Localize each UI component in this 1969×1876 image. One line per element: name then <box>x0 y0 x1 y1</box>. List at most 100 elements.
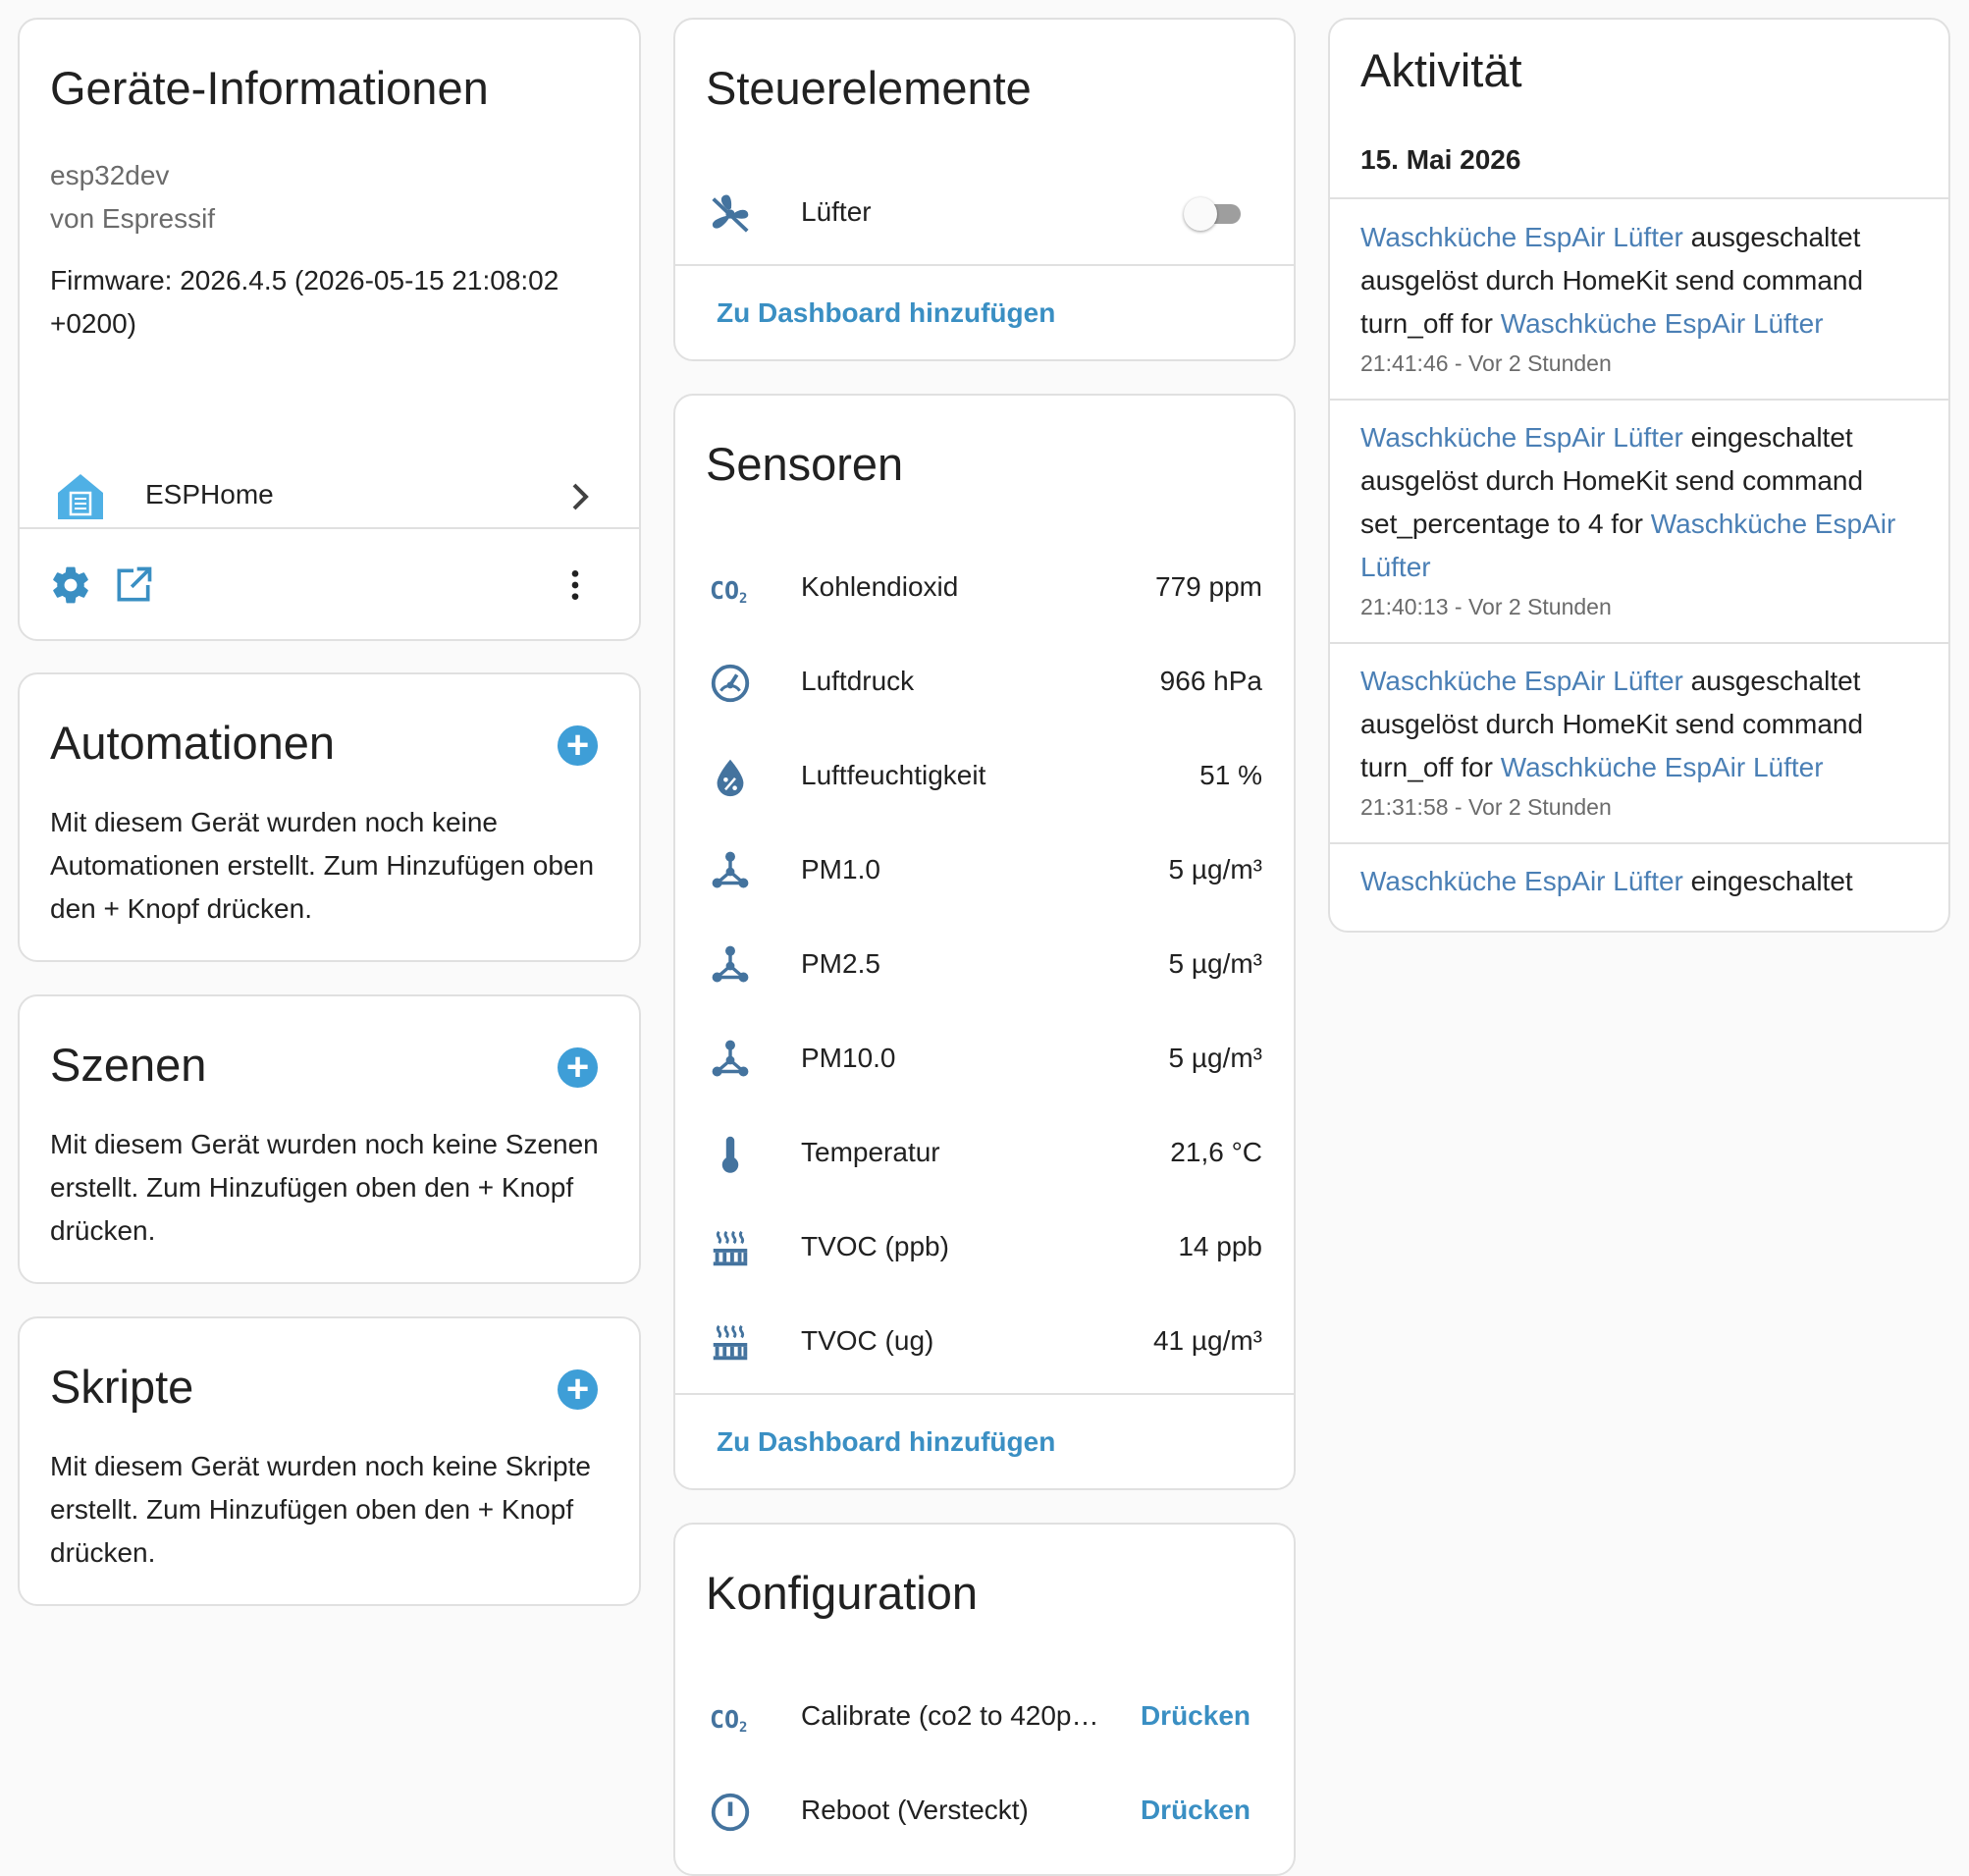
activity-title: Aktivität <box>1360 44 1522 96</box>
scenes-card: Szenen + Mit diesem Gerät wurden noch ke… <box>18 994 641 1284</box>
add-script-button[interactable]: + <box>558 1369 598 1410</box>
gear-icon[interactable] <box>49 563 92 607</box>
sensor-row[interactable]: PM2.5 5 µg/m³ <box>675 919 1294 1013</box>
sensor-row[interactable]: Luftdruck 966 hPa <box>675 636 1294 730</box>
activity-action: eingeschaltet <box>1690 866 1853 896</box>
add-scene-button[interactable]: + <box>558 1047 598 1088</box>
svg-text:CO: CO <box>710 1705 739 1734</box>
sensor-row[interactable]: PM10.0 5 µg/m³ <box>675 1013 1294 1107</box>
activity-target-link[interactable]: Waschküche EspAir Lüfter <box>1501 752 1824 782</box>
divider <box>1330 642 1948 644</box>
scripts-empty-text: Mit diesem Gerät wurden noch keine Skrip… <box>50 1451 591 1568</box>
configuration-title: Konfiguration <box>706 1567 978 1619</box>
co2-icon: CO 2 <box>708 1695 753 1741</box>
activity-target-link[interactable]: Waschküche EspAir Lüfter <box>1501 308 1824 339</box>
controls-card: Steuerelemente Lüfter Zu Dashboard hinzu… <box>673 18 1296 361</box>
thermometer-icon <box>708 1132 753 1177</box>
gauge-icon <box>708 661 753 706</box>
sensor-value: 14 ppb <box>1178 1231 1262 1261</box>
fan-toggle[interactable] <box>1184 194 1245 234</box>
scenes-empty-text: Mit diesem Gerät wurden noch keine Szene… <box>50 1129 599 1246</box>
open-in-new-icon[interactable] <box>112 563 155 607</box>
press-button[interactable]: Drücken <box>1141 1795 1251 1826</box>
sensor-value: 41 µg/m³ <box>1152 1325 1262 1356</box>
device-manufacturer: von Espressif <box>50 203 216 234</box>
sensor-value: 5 µg/m³ <box>1168 948 1262 979</box>
control-row-fan[interactable]: Lüfter <box>675 167 1294 261</box>
configuration-card: Konfiguration CO 2 Calibrate (co2 to 420p…… <box>673 1523 1296 1876</box>
sensor-row[interactable]: TVOC (ppb) 14 ppb <box>675 1202 1294 1296</box>
sensors-title: Sensoren <box>706 438 904 490</box>
activity-entity-link[interactable]: Waschküche EspAir Lüfter <box>1360 422 1683 453</box>
scenes-title: Szenen <box>50 1039 207 1091</box>
activity-entry: Waschküche EspAir Lüfter eingeschaltet a… <box>1360 416 1920 624</box>
esphome-house-icon <box>55 471 106 522</box>
divider <box>1330 399 1948 401</box>
activity-entity-link[interactable]: Waschküche EspAir Lüfter <box>1360 666 1683 696</box>
svg-text:CO: CO <box>710 576 739 605</box>
divider <box>1330 842 1948 844</box>
sensor-value: 5 µg/m³ <box>1168 854 1262 884</box>
activity-time: 21:31:58 - Vor 2 Stunden <box>1360 794 1612 820</box>
sensor-label: TVOC (ppb) <box>801 1231 949 1261</box>
svg-text:2: 2 <box>739 1720 747 1736</box>
sensor-row[interactable]: TVOC (ug) 41 µg/m³ <box>675 1296 1294 1390</box>
activity-card: Aktivität 15. Mai 2026 Waschküche EspAir… <box>1328 18 1950 933</box>
controls-title: Steuerelemente <box>706 62 1032 114</box>
divider <box>20 527 639 529</box>
activity-entity-link[interactable]: Waschküche EspAir Lüfter <box>1360 222 1683 252</box>
activity-action: ausgeschaltet <box>1690 222 1861 252</box>
device-info-title: Geräte-Informationen <box>50 62 489 114</box>
sensor-value: 966 hPa <box>1159 666 1262 696</box>
add-to-dashboard-button[interactable]: Zu Dashboard hinzufügen <box>717 1426 1055 1458</box>
activity-entity-link[interactable]: Waschküche EspAir Lüfter <box>1360 866 1683 896</box>
config-row[interactable]: CO 2 Calibrate (co2 to 420p… Drücken <box>675 1671 1294 1765</box>
molecule-icon <box>708 943 753 989</box>
device-model: esp32dev <box>50 160 170 190</box>
scripts-title: Skripte <box>50 1361 194 1413</box>
activity-entry: Waschküche EspAir Lüfter eingeschaltet <box>1360 860 1920 903</box>
divider <box>1330 197 1948 199</box>
svg-text:2: 2 <box>739 591 747 607</box>
config-label: Reboot (Versteckt) <box>801 1795 1029 1825</box>
divider <box>675 264 1294 266</box>
activity-entry: Waschküche EspAir Lüfter ausgeschaltet a… <box>1360 216 1920 381</box>
automations-title: Automationen <box>50 717 336 769</box>
add-automation-button[interactable]: + <box>558 725 598 766</box>
activity-entry: Waschküche EspAir Lüfter ausgeschaltet a… <box>1360 660 1920 825</box>
add-to-dashboard-button[interactable]: Zu Dashboard hinzufügen <box>717 297 1055 329</box>
device-info-card: Geräte-Informationen esp32dev von Espres… <box>18 18 641 641</box>
activity-action: eingeschaltet <box>1690 422 1853 453</box>
fan-off-icon <box>708 191 753 237</box>
automations-empty-text: Mit diesem Gerät wurden noch keine Autom… <box>50 807 595 924</box>
sensor-row[interactable]: Temperatur 21,6 °C <box>675 1107 1294 1202</box>
divider <box>675 1393 1294 1395</box>
sensor-value: 51 % <box>1199 760 1262 790</box>
activity-date: 15. Mai 2026 <box>1360 144 1521 175</box>
scripts-card: Skripte + Mit diesem Gerät wurden noch k… <box>18 1316 641 1606</box>
activity-time: 21:41:46 - Vor 2 Stunden <box>1360 350 1612 376</box>
press-button[interactable]: Drücken <box>1141 1700 1251 1732</box>
integration-label: ESPHome <box>145 479 274 509</box>
sensor-row[interactable]: Luftfeuchtigkeit 51 % <box>675 730 1294 825</box>
dots-vertical-icon[interactable] <box>556 565 595 605</box>
radiator-icon <box>708 1320 753 1366</box>
control-label-fan: Lüfter <box>801 196 872 227</box>
sensor-row[interactable]: PM1.0 5 µg/m³ <box>675 825 1294 919</box>
sensor-value: 779 ppm <box>1155 571 1262 602</box>
molecule-icon <box>708 1038 753 1083</box>
sensor-value: 21,6 °C <box>1170 1137 1262 1167</box>
molecule-icon <box>708 849 753 894</box>
sensor-label: Luftdruck <box>801 666 915 696</box>
sensor-label: PM1.0 <box>801 854 880 884</box>
activity-action: ausgeschaltet <box>1690 666 1861 696</box>
sensors-card: Sensoren CO 2 Kohlendioxid 779 ppm Luftdruck… <box>673 394 1296 1490</box>
config-label: Calibrate (co2 to 420p… <box>801 1700 1099 1731</box>
activity-time: 21:40:13 - Vor 2 Stunden <box>1360 594 1612 619</box>
co2-icon: CO 2 <box>708 566 753 612</box>
sensor-value: 5 µg/m³ <box>1168 1043 1262 1073</box>
sensor-label: Luftfeuchtigkeit <box>801 760 986 790</box>
device-firmware: Firmware: 2026.4.5 (2026-05-15 21:08:02 … <box>50 265 559 339</box>
sensor-row[interactable]: CO 2 Kohlendioxid 779 ppm <box>675 542 1294 636</box>
sensor-label: TVOC (ug) <box>801 1325 934 1356</box>
